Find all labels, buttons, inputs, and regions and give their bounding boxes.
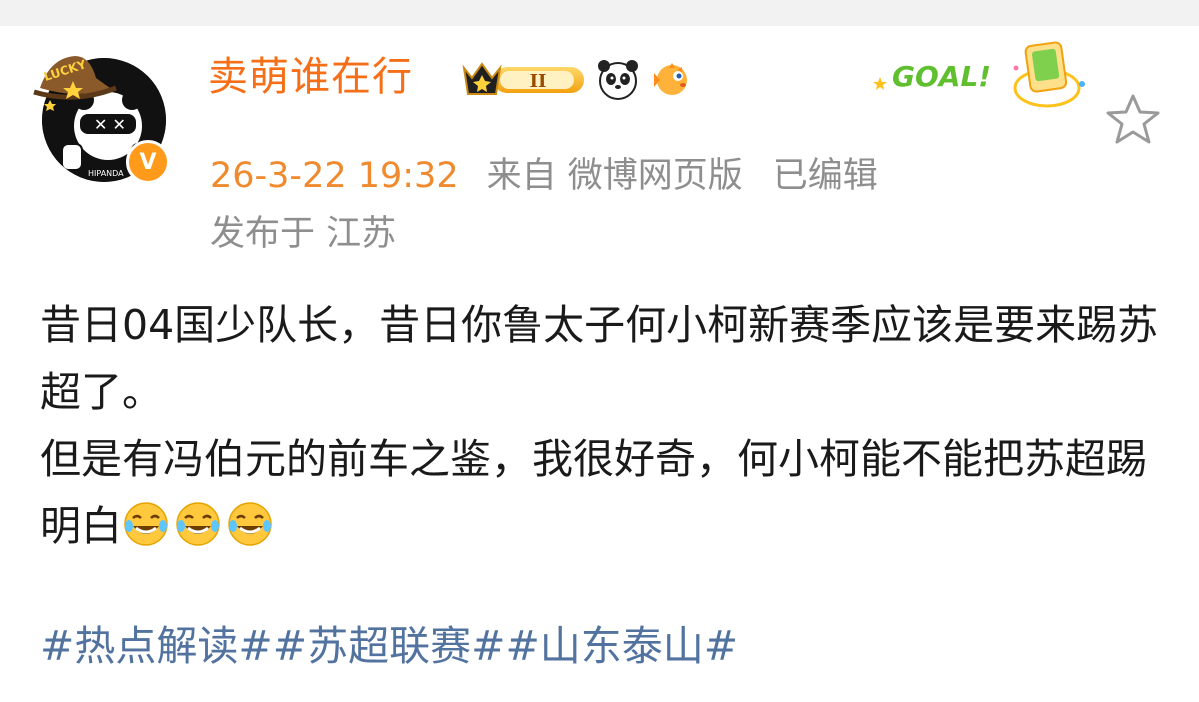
svg-text:HIPANDA: HIPANDA (88, 169, 124, 178)
hashtag-link[interactable]: #苏超联赛# (273, 622, 506, 670)
pufferfish-icon[interactable] (648, 57, 692, 101)
laugh-cry-emoji-icon (228, 502, 272, 546)
star-outline-icon[interactable] (1104, 92, 1162, 146)
laugh-cry-emoji-icon (176, 502, 220, 546)
post-source: 来自 微博网页版 (486, 156, 743, 196)
panda-icon[interactable] (596, 57, 640, 101)
goal-sticker-icon: GOAL! (873, 41, 1085, 108)
svg-text:GOAL!: GOAL! (892, 60, 991, 93)
verified-badge: V (126, 140, 170, 184)
hashtag-link[interactable]: #山东泰山# (505, 622, 738, 670)
post-meta: 26-3-22 19:32 来自 微博网页版 已编辑 (210, 154, 878, 198)
hashtag-link[interactable]: #热点解读# (40, 622, 273, 670)
post-time[interactable]: 26-3-22 19:32 (210, 154, 459, 198)
laugh-cry-emoji-icon (124, 502, 168, 546)
user-badges: II (460, 54, 692, 104)
post-paragraph-2: 但是有冯伯元的前车之鉴，我很好奇，何小柯能不能把苏超踢明白 (40, 426, 1170, 560)
post-content: 昔日04国少队长，昔日你鲁太子何小柯新赛季应该是要来踢苏超了。 但是有冯伯元的前… (40, 292, 1170, 560)
username[interactable]: 卖萌谁在行 (208, 52, 413, 102)
post-paragraph-1: 昔日04国少队长，昔日你鲁太子何小柯新赛季应该是要来踢苏超了。 (40, 301, 1159, 416)
top-divider-bar (0, 0, 1199, 26)
hashtag-list: #热点解读##苏超联赛##山东泰山# (40, 618, 738, 674)
svg-text:II: II (530, 71, 547, 92)
lucky-hat-icon: LUCKY (33, 56, 117, 111)
crown-level-badge[interactable]: II (460, 58, 588, 100)
post-location: 发布于 江苏 (210, 214, 397, 254)
edited-label[interactable]: 已编辑 (773, 154, 878, 198)
user-avatar[interactable]: ✕ ✕ HIPANDA LUCKY V (30, 38, 180, 188)
